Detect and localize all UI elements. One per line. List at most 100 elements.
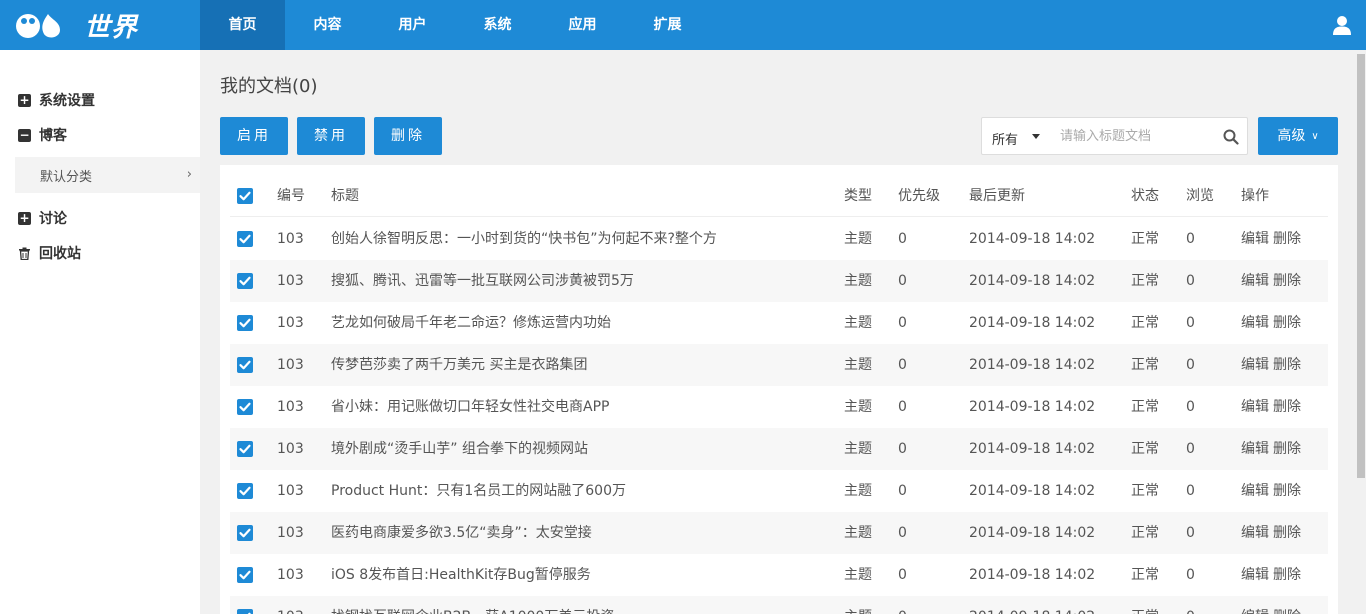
- row-checkbox[interactable]: [237, 525, 253, 541]
- row-checkbox[interactable]: [237, 441, 253, 457]
- search-icon[interactable]: [1223, 129, 1239, 145]
- edit-link[interactable]: 编辑: [1241, 386, 1269, 428]
- header-actions: 操作: [1241, 188, 1269, 204]
- sidebar-item-recycle-bin[interactable]: 回收站: [18, 243, 81, 263]
- delete-link[interactable]: 删除: [1273, 554, 1301, 596]
- cell-status: 正常: [1131, 273, 1159, 289]
- sidebar-item-label: 讨论: [39, 211, 67, 227]
- page-title: 我的文档(0): [220, 76, 318, 97]
- edit-link[interactable]: 编辑: [1241, 218, 1269, 260]
- sidebar-item-discussion[interactable]: + 讨论: [18, 208, 67, 228]
- cell-priority: 0: [898, 273, 907, 289]
- cell-views: 0: [1186, 357, 1195, 373]
- delete-link[interactable]: 删除: [1273, 596, 1301, 614]
- row-checkbox[interactable]: [237, 399, 253, 415]
- delete-link[interactable]: 删除: [1273, 218, 1301, 260]
- delete-link[interactable]: 删除: [1273, 386, 1301, 428]
- cell-updated: 2014-09-18 14:02: [969, 315, 1096, 331]
- trash-icon: [19, 247, 30, 260]
- table-header-row: 编号 标题 类型 优先级 最后更新 状态 浏览 操作: [230, 175, 1328, 217]
- sidebar-item-blog[interactable]: − 博客: [18, 125, 67, 145]
- cell-id: 103: [277, 357, 304, 373]
- user-icon[interactable]: [1332, 15, 1352, 35]
- row-checkbox[interactable]: [237, 483, 253, 499]
- cell-status: 正常: [1131, 315, 1159, 331]
- cell-views: 0: [1186, 483, 1195, 499]
- delete-link[interactable]: 删除: [1273, 302, 1301, 344]
- cell-updated: 2014-09-18 14:02: [969, 273, 1096, 289]
- cell-type: 主题: [844, 231, 872, 247]
- cell-title[interactable]: 医药电商康爱多欲3.5亿“卖身”：太安堂接: [331, 512, 831, 554]
- logo-text: 世界: [84, 12, 139, 43]
- delete-link[interactable]: 删除: [1273, 470, 1301, 512]
- cell-type: 主题: [844, 357, 872, 373]
- cell-title[interactable]: 传梦芭莎卖了两千万美元 买主是衣路集团: [331, 344, 831, 386]
- cell-title[interactable]: 境外剧成“烫手山芋” 组合拳下的视频网站: [331, 428, 831, 470]
- delete-link[interactable]: 删除: [1273, 260, 1301, 302]
- nav-item-system[interactable]: 系统: [455, 0, 540, 50]
- sidebar: + 系统设置 − 博客 默认分类 › + 讨论 回收站: [0, 50, 200, 614]
- table-row: 103 创始人徐智明反思：一小时到货的“快书包”为何起不来?整个方 主题 0 2014-…: [230, 218, 1328, 260]
- cell-priority: 0: [898, 525, 907, 541]
- edit-link[interactable]: 编辑: [1241, 344, 1269, 386]
- search-input[interactable]: [1060, 124, 1210, 148]
- caret-down-icon[interactable]: [1032, 134, 1040, 139]
- nav-item-home[interactable]: 首页: [200, 0, 285, 50]
- cell-views: 0: [1186, 525, 1195, 541]
- table-row: 103 Product Hunt：只有1名员工的网站融了600万 主题 0 2014-0…: [230, 470, 1328, 512]
- edit-link[interactable]: 编辑: [1241, 512, 1269, 554]
- disable-button[interactable]: 禁用: [297, 117, 365, 155]
- row-checkbox[interactable]: [237, 273, 253, 289]
- edit-link[interactable]: 编辑: [1241, 554, 1269, 596]
- cell-updated: 2014-09-18 14:02: [969, 596, 1095, 614]
- edit-link[interactable]: 编辑: [1241, 428, 1269, 470]
- search-box: 所有: [981, 117, 1248, 155]
- header-title: 标题: [331, 188, 359, 204]
- delete-button[interactable]: 删除: [374, 117, 442, 155]
- row-checkbox[interactable]: [237, 231, 253, 247]
- edit-link[interactable]: 编辑: [1241, 470, 1269, 512]
- row-checkbox[interactable]: [237, 609, 253, 614]
- row-checkbox[interactable]: [237, 567, 253, 583]
- cell-id: 103: [277, 315, 304, 331]
- delete-link[interactable]: 删除: [1273, 428, 1301, 470]
- edit-link[interactable]: 编辑: [1241, 596, 1269, 614]
- page-scrollbar[interactable]: [1356, 50, 1366, 614]
- cell-status: 正常: [1131, 483, 1159, 499]
- sidebar-subitem-default-category[interactable]: 默认分类 ›: [15, 157, 200, 193]
- scrollbar-thumb[interactable]: [1357, 54, 1365, 478]
- row-checkbox[interactable]: [237, 357, 253, 373]
- cell-title[interactable]: 搜狐、腾讯、迅雷等一批互联网公司涉黄被罚5万: [331, 260, 831, 302]
- cell-type: 主题: [844, 596, 872, 614]
- nav-item-extensions[interactable]: 扩展: [625, 0, 710, 50]
- cell-id: 103: [277, 596, 304, 614]
- edit-link[interactable]: 编辑: [1241, 260, 1269, 302]
- edit-link[interactable]: 编辑: [1241, 302, 1269, 344]
- sidebar-item-system-settings[interactable]: + 系统设置: [18, 90, 95, 110]
- row-checkbox[interactable]: [237, 315, 253, 331]
- sidebar-subitem-label: 默认分类: [40, 169, 93, 185]
- enable-button[interactable]: 启用: [220, 117, 288, 155]
- nav-item-content[interactable]: 内容: [285, 0, 370, 50]
- minus-square-icon: −: [18, 127, 31, 142]
- delete-link[interactable]: 删除: [1273, 512, 1301, 554]
- cell-title[interactable]: iOS 8发布首日:HealthKit存Bug暂停服务: [331, 554, 831, 596]
- advanced-search-button[interactable]: 高级 ∨: [1258, 117, 1338, 155]
- table-row: 103 传梦芭莎卖了两千万美元 买主是衣路集团 主题 0 2014-09-18 14:0…: [230, 344, 1328, 386]
- cell-status: 正常: [1131, 567, 1159, 583]
- delete-link[interactable]: 删除: [1273, 344, 1301, 386]
- cell-title[interactable]: 创始人徐智明反思：一小时到货的“快书包”为何起不来?整个方: [331, 218, 831, 260]
- cell-title[interactable]: Product Hunt：只有1名员工的网站融了600万: [331, 470, 831, 512]
- table-row: 103 境外剧成“烫手山芋” 组合拳下的视频网站 主题 0 2014-09-18 14:…: [230, 428, 1328, 470]
- nav-item-users[interactable]: 用户: [370, 0, 455, 50]
- select-all-checkbox[interactable]: [237, 188, 253, 204]
- filter-select[interactable]: 所有: [992, 129, 1018, 148]
- table-row: 103 医药电商康爱多欲3.5亿“卖身”：太安堂接 主题 0 2014-09-18 14…: [230, 512, 1328, 554]
- cell-title[interactable]: 省小妹：用记账做切口年轻女性社交电商APP: [331, 386, 831, 428]
- cell-title[interactable]: 找钢找互联网企业B2B，获A1000万美元投资: [331, 596, 831, 614]
- cell-id: 103: [277, 441, 304, 457]
- logo[interactable]: 世界: [14, 10, 144, 43]
- cell-updated: 2014-09-18 14:02: [969, 231, 1096, 247]
- nav-item-apps[interactable]: 应用: [540, 0, 625, 50]
- cell-title[interactable]: 艺龙如何破局千年老二命运？修炼运营内功始: [331, 302, 831, 344]
